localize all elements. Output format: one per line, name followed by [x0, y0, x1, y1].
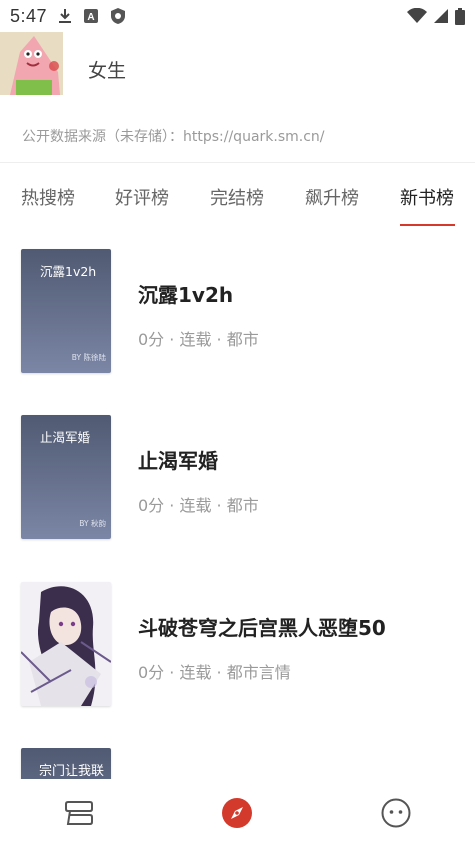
wifi-icon	[407, 8, 427, 24]
book-item[interactable]: 止渴军婚 BY 秋韵 止渴军婚 0分 · 连载 · 都市	[0, 415, 475, 565]
status-time: 5:47	[10, 5, 48, 26]
signal-icon	[433, 8, 449, 24]
tab-completed[interactable]: 完结榜	[210, 184, 264, 210]
header-title: 女生	[88, 60, 127, 82]
book-title: 斗破苍穹之后宫黑人恶堕50	[138, 616, 386, 640]
tab-hot-search[interactable]: 热搜榜	[21, 184, 75, 210]
bookshelf-icon[interactable]	[63, 797, 95, 829]
shield-icon	[109, 7, 127, 25]
book-title: 止渴军婚	[138, 449, 218, 473]
cover-author: BY 陈徐陆	[71, 353, 106, 362]
profile-icon[interactable]	[380, 797, 412, 829]
page-header: 女生	[0, 32, 475, 96]
svg-text:A: A	[87, 12, 94, 23]
tab-new-books[interactable]: 新书榜	[400, 184, 454, 210]
bottom-nav	[0, 779, 475, 846]
tab-good-reviews[interactable]: 好评榜	[115, 184, 169, 210]
book-title: 沉露1v2h	[138, 283, 234, 307]
rank-tabs: 热搜榜 好评榜 完结榜 飙升榜 新书榜	[0, 163, 475, 229]
avatar[interactable]	[0, 32, 63, 95]
a-box-icon: A	[83, 8, 99, 24]
book-meta: 0分 · 连载 · 都市	[138, 496, 259, 515]
book-meta: 0分 · 连载 · 都市	[138, 330, 259, 349]
book-cover[interactable]: 沉露1v2h BY 陈徐陆	[21, 249, 111, 373]
book-cover-illustration[interactable]	[21, 582, 111, 706]
data-source-note: 公开数据来源（未存储）：https://quark.sm.cn/	[22, 129, 325, 145]
book-meta: 0分 · 连载 · 都市言情	[138, 663, 291, 682]
book-cover[interactable]: 止渴军婚 BY 秋韵	[21, 415, 111, 539]
explore-icon[interactable]	[221, 797, 253, 829]
book-item[interactable]: 宗门让我联	[0, 748, 475, 779]
tab-rising[interactable]: 飙升榜	[305, 184, 359, 210]
cover-title: 止渴军婚	[40, 430, 91, 445]
book-cover[interactable]: 宗门让我联	[21, 748, 111, 779]
cover-title: 宗门让我联	[39, 764, 105, 779]
book-item[interactable]: 斗破苍穹之后宫黑人恶堕50 0分 · 连载 · 都市言情	[0, 582, 475, 732]
status-bar: 5:47 A	[0, 0, 475, 32]
active-tab-indicator	[400, 224, 455, 226]
battery-icon	[455, 7, 465, 25]
book-item[interactable]: 沉露1v2h BY 陈徐陆 沉露1v2h 0分 · 连载 · 都市	[0, 249, 475, 399]
cover-title: 沉露1v2h	[40, 264, 97, 279]
download-icon	[57, 8, 73, 24]
cover-author: BY 秋韵	[79, 519, 106, 528]
